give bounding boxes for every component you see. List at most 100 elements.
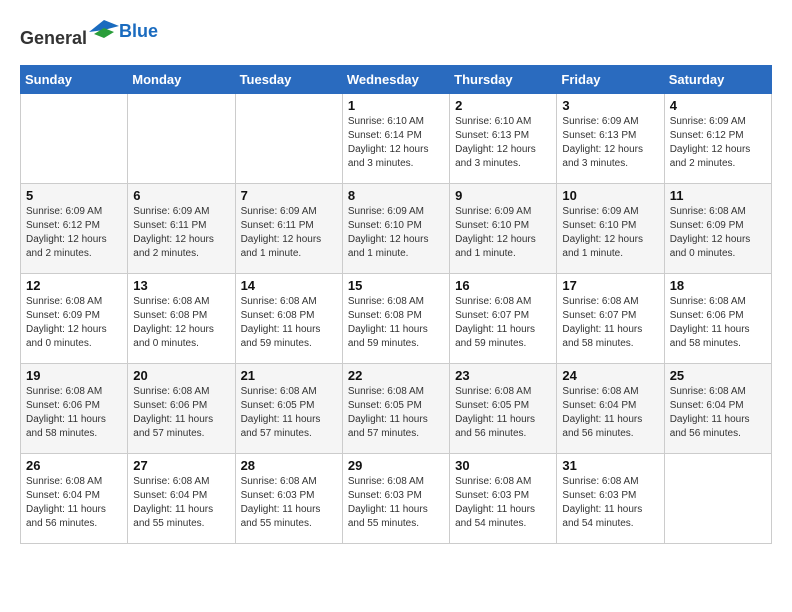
calendar-table: SundayMondayTuesdayWednesdayThursdayFrid… bbox=[20, 65, 772, 544]
day-detail: Sunrise: 6:08 AM Sunset: 6:07 PM Dayligh… bbox=[562, 295, 658, 351]
day-detail: Sunrise: 6:09 AM Sunset: 6:11 PM Dayligh… bbox=[133, 205, 229, 261]
day-detail: Sunrise: 6:10 AM Sunset: 6:14 PM Dayligh… bbox=[348, 115, 444, 171]
weekday-header-thursday: Thursday bbox=[450, 66, 557, 94]
calendar-cell: 10Sunrise: 6:09 AM Sunset: 6:10 PM Dayli… bbox=[557, 184, 664, 274]
day-number: 25 bbox=[670, 368, 766, 383]
day-number: 31 bbox=[562, 458, 658, 473]
calendar-cell: 25 Sunrise: 6:08 AM Sunset: 6:04 PM Dayli… bbox=[664, 364, 771, 454]
logo: General Blue bbox=[20, 20, 158, 49]
calendar-cell: 16 Sunrise: 6:08 AM Sunset: 6:07 PM Dayli… bbox=[450, 274, 557, 364]
calendar-cell: 19 Sunrise: 6:08 AM Sunset: 6:06 PM Dayli… bbox=[21, 364, 128, 454]
calendar-cell: 8 Sunrise: 6:09 AM Sunset: 6:10 PM Daylig… bbox=[342, 184, 449, 274]
day-number: 11 bbox=[670, 188, 766, 203]
day-detail: Sunrise: 6:08 AM Sunset: 6:05 PM Dayligh… bbox=[348, 385, 444, 441]
calendar-cell bbox=[235, 94, 342, 184]
day-detail: Sunrise: 6:09 AM Sunset: 6:13 PM Dayligh… bbox=[562, 115, 658, 171]
calendar-cell: 21Sunrise: 6:08 AM Sunset: 6:05 PM Dayli… bbox=[235, 364, 342, 454]
calendar-cell: 11 Sunrise: 6:08 AM Sunset: 6:09 PM Dayli… bbox=[664, 184, 771, 274]
day-number: 12 bbox=[26, 278, 122, 293]
day-detail: Sunrise: 6:08 AM Sunset: 6:03 PM Dayligh… bbox=[455, 475, 551, 531]
weekday-header-saturday: Saturday bbox=[664, 66, 771, 94]
logo-bird-icon bbox=[89, 20, 119, 44]
day-number: 13 bbox=[133, 278, 229, 293]
day-number: 18 bbox=[670, 278, 766, 293]
day-number: 16 bbox=[455, 278, 551, 293]
weekday-header-row: SundayMondayTuesdayWednesdayThursdayFrid… bbox=[21, 66, 772, 94]
day-detail: Sunrise: 6:08 AM Sunset: 6:09 PM Dayligh… bbox=[26, 295, 122, 351]
day-detail: Sunrise: 6:09 AM Sunset: 6:10 PM Dayligh… bbox=[348, 205, 444, 261]
calendar-cell: 4 Sunrise: 6:09 AM Sunset: 6:12 PM Daylig… bbox=[664, 94, 771, 184]
day-detail: Sunrise: 6:08 AM Sunset: 6:05 PM Dayligh… bbox=[455, 385, 551, 441]
day-number: 5 bbox=[26, 188, 122, 203]
day-number: 17 bbox=[562, 278, 658, 293]
day-detail: Sunrise: 6:10 AM Sunset: 6:13 PM Dayligh… bbox=[455, 115, 551, 171]
day-detail: Sunrise: 6:08 AM Sunset: 6:06 PM Dayligh… bbox=[133, 385, 229, 441]
calendar-cell: 2 Sunrise: 6:10 AM Sunset: 6:13 PM Daylig… bbox=[450, 94, 557, 184]
weekday-header-friday: Friday bbox=[557, 66, 664, 94]
calendar-header: SundayMondayTuesdayWednesdayThursdayFrid… bbox=[21, 66, 772, 94]
day-detail: Sunrise: 6:08 AM Sunset: 6:06 PM Dayligh… bbox=[670, 295, 766, 351]
logo-general-text: General bbox=[20, 20, 119, 49]
calendar-cell: 12 Sunrise: 6:08 AM Sunset: 6:09 PM Dayli… bbox=[21, 274, 128, 364]
day-number: 8 bbox=[348, 188, 444, 203]
day-number: 1 bbox=[348, 98, 444, 113]
day-detail: Sunrise: 6:09 AM Sunset: 6:10 PM Dayligh… bbox=[455, 205, 551, 261]
day-detail: Sunrise: 6:08 AM Sunset: 6:04 PM Dayligh… bbox=[562, 385, 658, 441]
day-number: 23 bbox=[455, 368, 551, 383]
calendar-week-row: 19 Sunrise: 6:08 AM Sunset: 6:06 PM Dayli… bbox=[21, 364, 772, 454]
calendar-cell: 28 Sunrise: 6:08 AM Sunset: 6:03 PM Dayli… bbox=[235, 454, 342, 544]
day-detail: Sunrise: 6:08 AM Sunset: 6:06 PM Dayligh… bbox=[26, 385, 122, 441]
calendar-cell: 26Sunrise: 6:08 AM Sunset: 6:04 PM Dayli… bbox=[21, 454, 128, 544]
calendar-cell: 6 Sunrise: 6:09 AM Sunset: 6:11 PM Daylig… bbox=[128, 184, 235, 274]
day-number: 29 bbox=[348, 458, 444, 473]
calendar-cell: 27Sunrise: 6:08 AM Sunset: 6:04 PM Dayli… bbox=[128, 454, 235, 544]
calendar-cell bbox=[128, 94, 235, 184]
day-detail: Sunrise: 6:09 AM Sunset: 6:12 PM Dayligh… bbox=[26, 205, 122, 261]
day-detail: Sunrise: 6:09 AM Sunset: 6:12 PM Dayligh… bbox=[670, 115, 766, 171]
day-detail: Sunrise: 6:08 AM Sunset: 6:07 PM Dayligh… bbox=[455, 295, 551, 351]
day-detail: Sunrise: 6:08 AM Sunset: 6:08 PM Dayligh… bbox=[133, 295, 229, 351]
calendar-week-row: 12 Sunrise: 6:08 AM Sunset: 6:09 PM Dayli… bbox=[21, 274, 772, 364]
calendar-cell: 22Sunrise: 6:08 AM Sunset: 6:05 PM Dayli… bbox=[342, 364, 449, 454]
calendar-cell: 1 Sunrise: 6:10 AM Sunset: 6:14 PM Daylig… bbox=[342, 94, 449, 184]
calendar-cell: 24Sunrise: 6:08 AM Sunset: 6:04 PM Dayli… bbox=[557, 364, 664, 454]
day-detail: Sunrise: 6:08 AM Sunset: 6:08 PM Dayligh… bbox=[348, 295, 444, 351]
day-number: 4 bbox=[670, 98, 766, 113]
day-detail: Sunrise: 6:08 AM Sunset: 6:03 PM Dayligh… bbox=[241, 475, 337, 531]
day-detail: Sunrise: 6:08 AM Sunset: 6:04 PM Dayligh… bbox=[133, 475, 229, 531]
calendar-cell: 20Sunrise: 6:08 AM Sunset: 6:06 PM Dayli… bbox=[128, 364, 235, 454]
logo-blue-text: Blue bbox=[119, 21, 158, 42]
day-number: 19 bbox=[26, 368, 122, 383]
calendar-cell: 23 Sunrise: 6:08 AM Sunset: 6:05 PM Dayli… bbox=[450, 364, 557, 454]
calendar-cell: 14Sunrise: 6:08 AM Sunset: 6:08 PM Dayli… bbox=[235, 274, 342, 364]
weekday-header-wednesday: Wednesday bbox=[342, 66, 449, 94]
weekday-header-monday: Monday bbox=[128, 66, 235, 94]
day-detail: Sunrise: 6:09 AM Sunset: 6:10 PM Dayligh… bbox=[562, 205, 658, 261]
day-detail: Sunrise: 6:08 AM Sunset: 6:09 PM Dayligh… bbox=[670, 205, 766, 261]
calendar-cell: 29 Sunrise: 6:08 AM Sunset: 6:03 PM Dayli… bbox=[342, 454, 449, 544]
calendar-cell: 18 Sunrise: 6:08 AM Sunset: 6:06 PM Dayli… bbox=[664, 274, 771, 364]
calendar-cell: 31 Sunrise: 6:08 AM Sunset: 6:03 PM Dayli… bbox=[557, 454, 664, 544]
calendar-cell bbox=[664, 454, 771, 544]
calendar-week-row: 1 Sunrise: 6:10 AM Sunset: 6:14 PM Daylig… bbox=[21, 94, 772, 184]
day-detail: Sunrise: 6:08 AM Sunset: 6:04 PM Dayligh… bbox=[670, 385, 766, 441]
calendar-body: 1 Sunrise: 6:10 AM Sunset: 6:14 PM Daylig… bbox=[21, 94, 772, 544]
day-number: 15 bbox=[348, 278, 444, 293]
calendar-cell: 15 Sunrise: 6:08 AM Sunset: 6:08 PM Dayli… bbox=[342, 274, 449, 364]
calendar-cell bbox=[21, 94, 128, 184]
day-number: 2 bbox=[455, 98, 551, 113]
calendar-cell: 3Sunrise: 6:09 AM Sunset: 6:13 PM Daylig… bbox=[557, 94, 664, 184]
day-number: 6 bbox=[133, 188, 229, 203]
logo-text-general: General bbox=[20, 28, 87, 48]
weekday-header-sunday: Sunday bbox=[21, 66, 128, 94]
day-number: 28 bbox=[241, 458, 337, 473]
day-number: 30 bbox=[455, 458, 551, 473]
day-detail: Sunrise: 6:09 AM Sunset: 6:11 PM Dayligh… bbox=[241, 205, 337, 261]
day-number: 21 bbox=[241, 368, 337, 383]
day-number: 14 bbox=[241, 278, 337, 293]
calendar-week-row: 26Sunrise: 6:08 AM Sunset: 6:04 PM Dayli… bbox=[21, 454, 772, 544]
day-detail: Sunrise: 6:08 AM Sunset: 6:03 PM Dayligh… bbox=[348, 475, 444, 531]
calendar-cell: 13 Sunrise: 6:08 AM Sunset: 6:08 PM Dayli… bbox=[128, 274, 235, 364]
page-header: General Blue bbox=[20, 20, 772, 49]
day-detail: Sunrise: 6:08 AM Sunset: 6:03 PM Dayligh… bbox=[562, 475, 658, 531]
